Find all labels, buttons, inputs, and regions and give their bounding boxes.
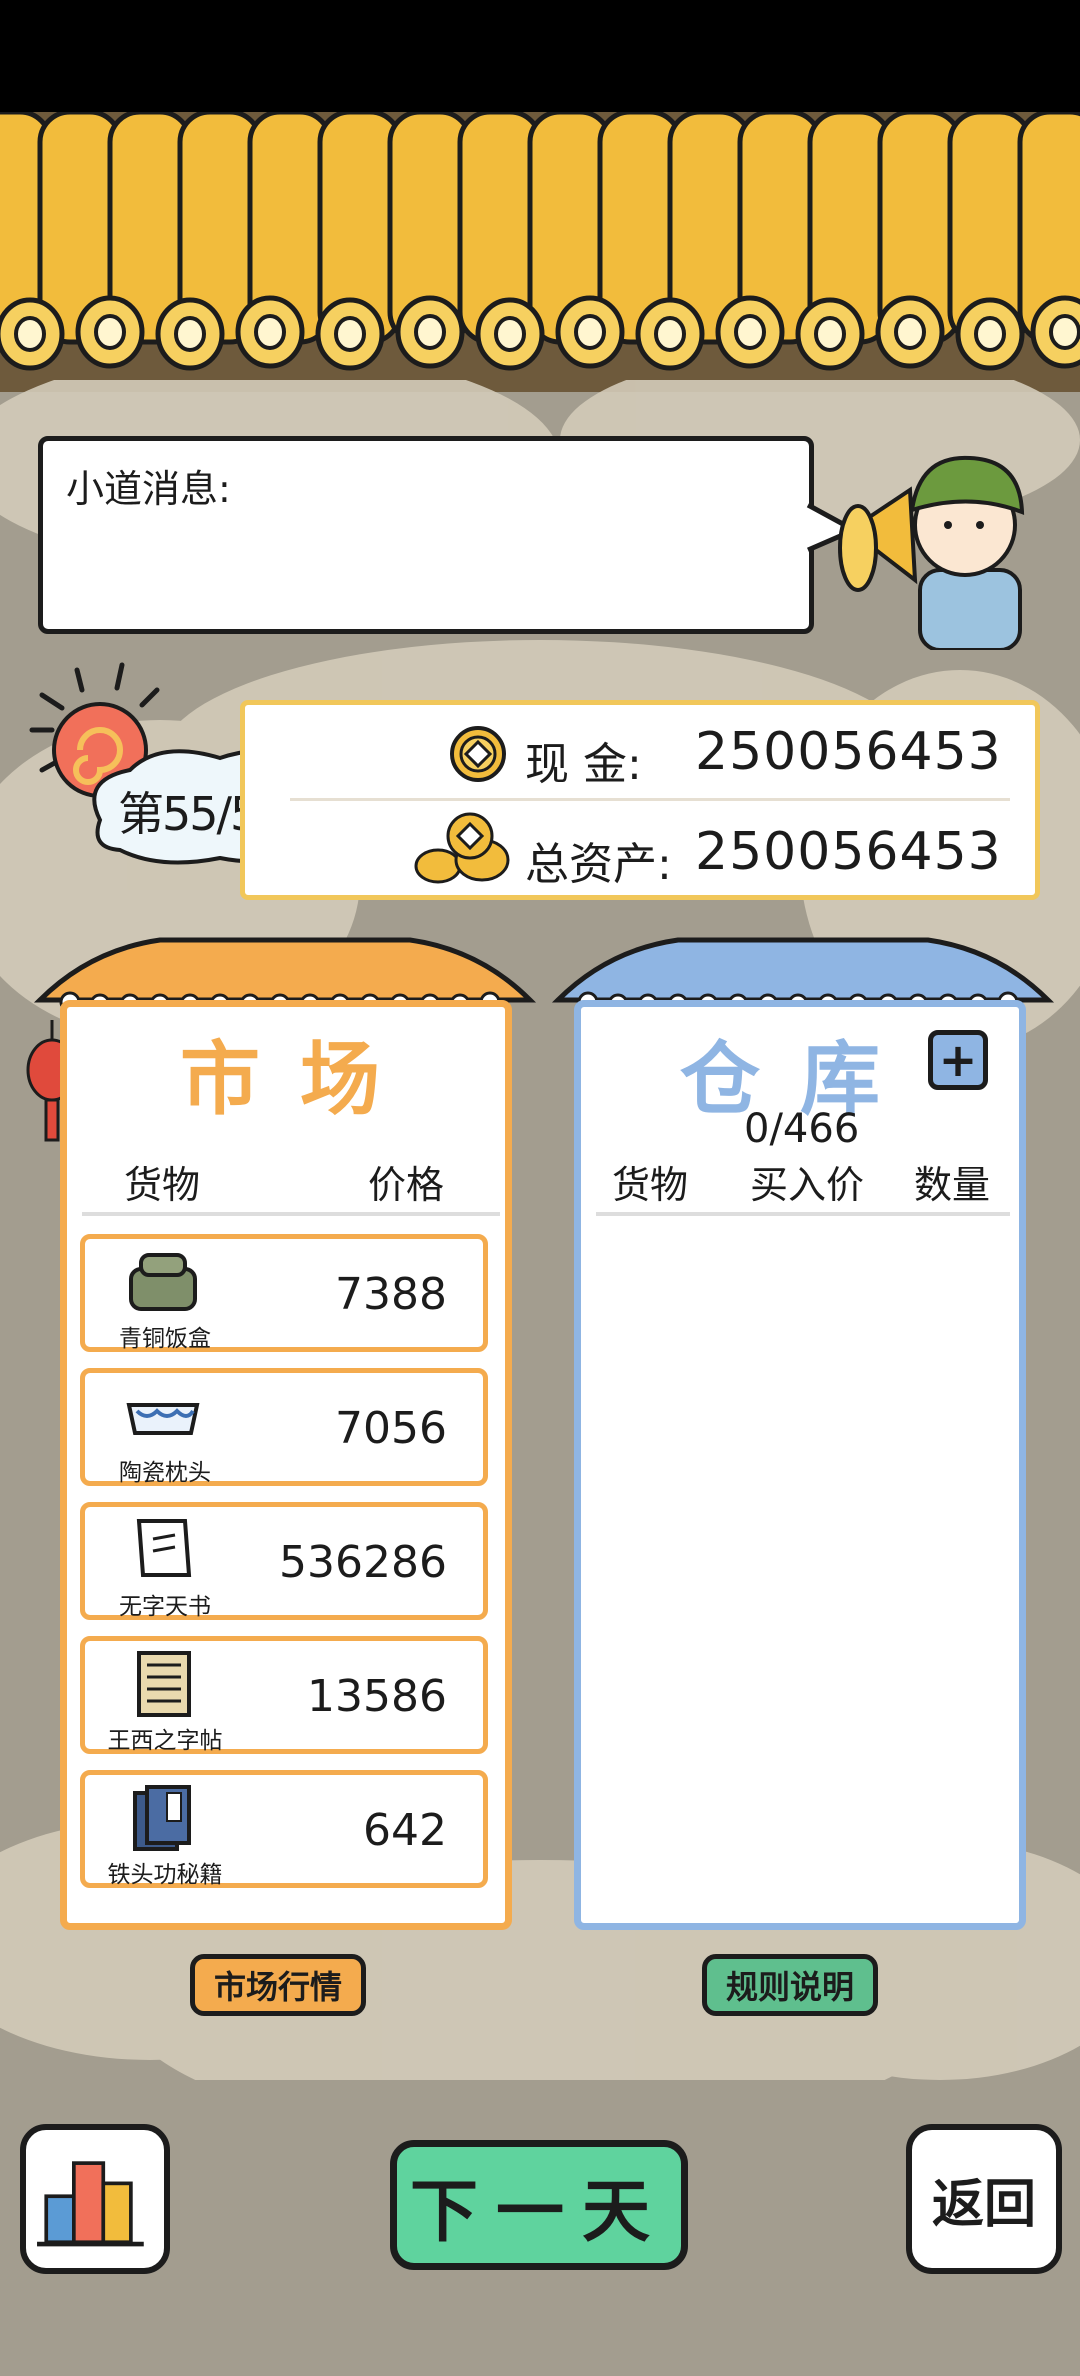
item-name: 陶瓷枕头 xyxy=(119,1460,211,1486)
golden-roof xyxy=(0,112,1080,392)
item-price: 536286 xyxy=(279,1537,447,1588)
coin-stack-icon xyxy=(414,812,510,884)
secret-manual-book-icon xyxy=(133,1785,191,1851)
blank-scroll-icon xyxy=(136,1519,192,1577)
market-header-divider xyxy=(82,1212,500,1216)
warehouse-col-buy-price: 买入价 xyxy=(750,1163,865,1207)
item-name: 无字天书 xyxy=(119,1594,211,1620)
market-col-price: 价格 xyxy=(368,1163,445,1207)
market-item-row[interactable]: 青铜饭盒 7388 xyxy=(80,1234,488,1352)
market-item-row[interactable]: 无字天书 536286 xyxy=(80,1502,488,1620)
market-item-row[interactable]: 陶瓷枕头 7056 xyxy=(80,1368,488,1486)
market-item-row[interactable]: 王西之字帖 13586 xyxy=(80,1636,488,1754)
item-price: 642 xyxy=(363,1805,447,1856)
rumor-label: 小道消息: xyxy=(66,467,231,511)
status-bar xyxy=(0,0,1080,112)
warehouse-col-quantity: 数量 xyxy=(914,1163,991,1207)
roof-tiles-graphic xyxy=(0,112,1080,371)
item-price: 13586 xyxy=(307,1671,447,1722)
rules-button[interactable]: 规则说明 xyxy=(702,1954,878,2016)
market-title: 市场 xyxy=(180,1033,420,1126)
back-button[interactable]: 返回 xyxy=(906,2124,1062,2274)
stats-button[interactable] xyxy=(20,2124,170,2274)
item-name: 王西之字帖 xyxy=(107,1728,223,1754)
item-name: 铁头功秘籍 xyxy=(107,1862,223,1888)
item-name: 青铜饭盒 xyxy=(119,1326,211,1352)
warehouse-capacity: 0/466 xyxy=(744,1106,860,1152)
bar-chart-icon xyxy=(37,2161,144,2247)
cash-value: 250056453 xyxy=(695,722,1002,782)
total-assets-label: 总资产: xyxy=(525,839,672,890)
next-day-button[interactable]: 下一天 xyxy=(390,2140,688,2270)
calligraphy-copybook-icon xyxy=(137,1651,191,1717)
money-divider xyxy=(290,798,1010,801)
market-trends-button[interactable]: 市场行情 xyxy=(190,1954,366,2016)
coin-icon xyxy=(450,726,506,782)
item-price: 7388 xyxy=(335,1269,447,1320)
total-assets-value: 250056453 xyxy=(695,822,1002,882)
item-price: 7056 xyxy=(335,1403,447,1454)
bronze-lunchbox-icon xyxy=(129,1253,197,1311)
market-col-goods: 货物 xyxy=(124,1163,201,1207)
cash-label: 现 金: xyxy=(525,739,642,790)
warehouse-col-goods: 货物 xyxy=(612,1163,689,1207)
market-item-row[interactable]: 铁头功秘籍 642 xyxy=(80,1770,488,1888)
expand-warehouse-button[interactable]: + xyxy=(928,1030,988,1090)
warehouse-header-divider xyxy=(596,1212,1010,1216)
ceramic-pillow-icon xyxy=(126,1403,200,1435)
announcer-megaphone-icon xyxy=(838,455,1025,650)
